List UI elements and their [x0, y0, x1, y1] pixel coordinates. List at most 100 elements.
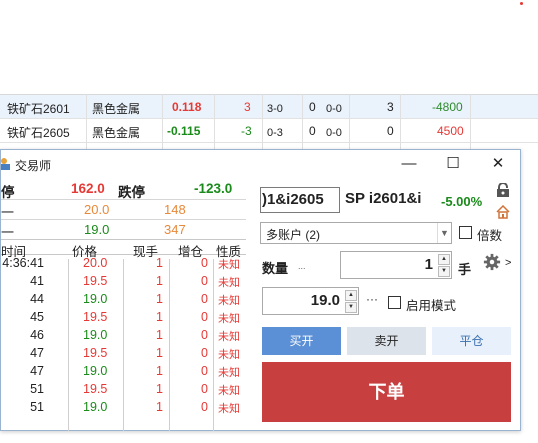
notification-dot	[520, 2, 523, 5]
tick-hand: 1	[156, 256, 163, 270]
bid-volume: 347	[164, 222, 186, 237]
enable-mode-label: 启用模式	[406, 299, 457, 313]
column-divider	[214, 94, 215, 149]
price-increment-button[interactable]: ▲	[345, 290, 357, 301]
tick-nature: 未知	[218, 367, 240, 379]
tick-price: 19.0	[83, 400, 108, 414]
table-row[interactable]: 铁矿石2601 黑色金属 0.118 3 3-0 0 0-0 3 -4800	[0, 95, 538, 119]
maximize-button[interactable]: ☐	[443, 154, 463, 174]
tick-price: 19.0	[83, 292, 108, 306]
contract-name: SP i2601&i	[345, 190, 422, 207]
price-more-button[interactable]: ···	[366, 292, 378, 306]
column-divider	[400, 94, 401, 149]
bid-price: 19.0	[84, 222, 110, 237]
tick-increase: 0	[201, 328, 208, 342]
tick-time: 47	[30, 364, 44, 378]
table-row[interactable]: 铁矿石2605 黑色金属 -0.115 -3 0-3 0 0-0 0 4500	[0, 119, 538, 143]
tick-increase: 0	[201, 400, 208, 414]
today-long-short: 0-0	[326, 103, 342, 115]
account-select-value: 多账户 (2)	[266, 228, 321, 242]
decrement-button[interactable]: ▼	[438, 266, 450, 277]
tick-nature: 未知	[218, 277, 240, 289]
column-divider	[162, 94, 163, 149]
tick-increase: 0	[201, 364, 208, 378]
tick-increase: 0	[201, 256, 208, 270]
increment-button[interactable]: ▲	[438, 254, 450, 265]
category: 黑色金属	[92, 126, 141, 140]
house-icon[interactable]	[496, 205, 510, 219]
contract-code-input[interactable]: )1&i2605	[260, 187, 340, 213]
close-button[interactable]: ✕	[488, 154, 508, 174]
tick-hand: 1	[156, 400, 163, 414]
tick-time: 44	[30, 292, 44, 306]
unit-label: 手	[458, 262, 472, 277]
account-select[interactable]: 多账户 (2) ▼	[260, 222, 452, 244]
more-arrow[interactable]: >	[505, 257, 511, 269]
tick-time: 41	[30, 274, 44, 288]
gear-icon[interactable]	[483, 253, 501, 271]
tick-price: 19.0	[83, 328, 108, 342]
column-divider	[349, 94, 350, 149]
tick-hand: 1	[156, 382, 163, 396]
limit-down-label: 跌停	[118, 185, 145, 200]
quantity-value: 1	[424, 256, 433, 273]
positions-table: 铁矿石2601 黑色金属 0.118 3 3-0 0 0-0 3 -4800 铁…	[0, 94, 538, 143]
tick-nature: 未知	[218, 295, 240, 307]
chevron-down-icon[interactable]: ▼	[437, 223, 451, 243]
price-stepper[interactable]: 19.0 ▲ ▼	[262, 287, 359, 315]
limit-down-value: -123.0	[194, 181, 233, 196]
tick-nature: 未知	[218, 259, 240, 271]
close-position-button[interactable]: 平仓	[432, 327, 511, 355]
tick-hand: 1	[156, 292, 163, 306]
app-icon	[1, 158, 10, 170]
multiplier-checkbox[interactable]	[459, 226, 472, 239]
tick-increase: 0	[201, 292, 208, 306]
net-position: -3	[241, 124, 252, 138]
contract-name: 铁矿石2601	[7, 102, 70, 116]
contract-name: 铁矿石2605	[7, 126, 70, 140]
tick-time: 45	[30, 310, 44, 324]
lock-icon[interactable]	[496, 183, 510, 197]
minimize-button[interactable]: —	[399, 154, 419, 174]
bid-row[interactable]: 一 19.0 347	[1, 219, 246, 240]
tick-hand: 1	[156, 328, 163, 342]
tick-nature: 未知	[218, 331, 240, 343]
ticks-header: 时间 价格 现手 增仓 性质	[1, 239, 246, 259]
multiplier-label: 倍数	[477, 229, 503, 243]
tick-time: 51	[30, 382, 44, 396]
today-position: 0	[309, 100, 316, 114]
tick-price: 20.0	[83, 256, 108, 270]
limit-row: 停 162.0 跌停 -123.0	[1, 179, 246, 200]
column-divider	[123, 259, 124, 431]
enable-mode-checkbox[interactable]	[388, 296, 401, 309]
quote-panel: 停 162.0 跌停 -123.0 一 20.0 148 一 19.0 347 …	[1, 179, 246, 431]
long-short: 0-3	[267, 127, 283, 139]
change-percent: -5.00%	[441, 194, 483, 209]
pnl: -4800	[432, 100, 463, 114]
tick-increase: 0	[201, 382, 208, 396]
tick-time: 51	[30, 400, 44, 414]
price-decrement-button[interactable]: ▼	[345, 302, 357, 313]
column-divider	[68, 259, 69, 431]
order-panel: )1&i2605 SP i2601&i -5.00% 多账户 (2) ▼ 倍数 …	[253, 179, 520, 431]
column-divider	[213, 259, 214, 431]
sell-open-button[interactable]: 卖开	[347, 327, 426, 355]
ask-row[interactable]: 一 20.0 148	[1, 199, 246, 220]
today-long-short: 0-0	[326, 127, 342, 139]
tick-price: 19.5	[83, 346, 108, 360]
column-divider	[169, 259, 170, 431]
column-divider	[262, 94, 263, 149]
column-divider	[86, 94, 87, 149]
long-short: 3-0	[267, 103, 283, 115]
spread-price: 0.118	[172, 100, 202, 114]
pnl: 4500	[437, 124, 464, 138]
column-divider	[302, 94, 303, 149]
titlebar[interactable]: 交易师 — ☐ ✕	[1, 150, 520, 178]
submit-order-button[interactable]: 下单	[262, 362, 511, 422]
tick-increase: 0	[201, 274, 208, 288]
tick-nature: 未知	[218, 403, 240, 415]
tick-price: 19.0	[83, 364, 108, 378]
quantity-stepper[interactable]: 1 ▲ ▼	[340, 251, 452, 279]
buy-open-button[interactable]: 买开	[262, 327, 341, 355]
today-position: 0	[309, 124, 316, 138]
